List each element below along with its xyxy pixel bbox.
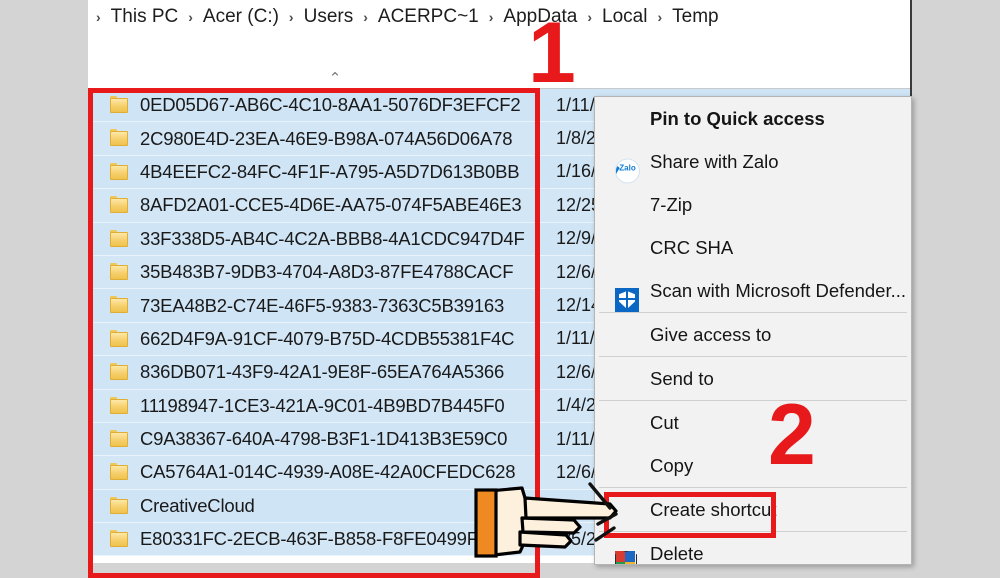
menu-item-share-with-zalo[interactable]: Zalo Share with Zalo xyxy=(595,140,911,183)
folder-icon xyxy=(110,262,128,280)
folder-icon xyxy=(110,363,128,381)
breadcrumb[interactable]: › This PC › Acer (C:) › Users › ACERPC~1… xyxy=(88,6,721,28)
sort-ascending-icon[interactable]: ⌃ xyxy=(326,71,344,86)
chevron-right-icon: › xyxy=(657,8,663,25)
chevron-right-icon: › xyxy=(587,8,593,25)
menu-item-label: Scan with Microsoft Defender... xyxy=(650,279,907,301)
file-name: 11198947-1CE3-421A-9C01-4B9BD7B445F0 xyxy=(140,394,505,416)
menu-item-cut[interactable]: Cut xyxy=(595,401,911,444)
folder-icon xyxy=(110,396,128,414)
chevron-right-icon: › xyxy=(363,8,368,25)
file-name: 4B4EEFC2-84FC-4F1F-A795-A5D7D613B0BB xyxy=(140,160,520,182)
file-name: 33F338D5-AB4C-4C2A-BBB8-4A1CDC947D4F xyxy=(140,227,525,249)
menu-item-label: Give access to xyxy=(650,323,772,345)
chevron-right-icon: › xyxy=(488,8,494,25)
menu-item-label: Pin to Quick access xyxy=(650,107,825,129)
folder-icon xyxy=(110,96,128,113)
menu-item-label: Cut xyxy=(650,411,679,433)
folder-icon xyxy=(110,429,128,447)
file-name: 8AFD2A01-CCE5-4D6E-AA75-074F5ABE46E3 xyxy=(140,194,522,216)
zalo-icon: Zalo xyxy=(615,158,640,183)
screenshot-root: › This PC › Acer (C:) › Users › ACERPC~1… xyxy=(0,0,1000,578)
file-name: 2C980E4D-23EA-46E9-B98A-074A56D06A78 xyxy=(140,127,513,149)
file-name: CA5764A1-014C-4939-A08E-42A0CFEDC628 xyxy=(140,461,516,483)
file-date-modified: 12/6/ xyxy=(556,461,597,482)
breadcrumb-item-temp[interactable]: Temp xyxy=(670,6,720,28)
folder-icon xyxy=(110,329,128,347)
menu-item-scan-with-microsoft-defender[interactable]: Scan with Microsoft Defender... xyxy=(595,269,911,312)
menu-item-label: Delete xyxy=(650,542,704,564)
breadcrumb-item-users[interactable]: Users xyxy=(302,6,356,28)
file-date-modified: 12/6/ xyxy=(556,361,597,382)
breadcrumb-item-acerpc[interactable]: ACERPC~1 xyxy=(376,6,481,28)
defender-shield-icon xyxy=(615,288,639,312)
file-date-modified: 12/6/ xyxy=(556,261,597,282)
menu-item-create-shortcut[interactable]: Create shortcut xyxy=(595,488,911,531)
file-date-modified: 1/5/2 xyxy=(556,528,597,549)
file-name: 836DB071-43F9-42A1-9E8F-65EA764A5366 xyxy=(140,361,505,383)
folder-icon xyxy=(110,463,128,481)
file-name: 73EA48B2-C74E-46F5-9383-7363C5B39163 xyxy=(140,294,505,316)
menu-item-copy[interactable]: Copy xyxy=(595,444,911,487)
context-menu[interactable]: Pin to Quick access Zalo Share with Zalo 7-… xyxy=(594,96,912,565)
file-name: 662D4F9A-91CF-4079-B75D-4CDB55381F4C xyxy=(140,327,515,349)
menu-item-send-to[interactable]: Send to xyxy=(595,357,911,400)
file-name: C9A38367-640A-4798-B3F1-1D413B3E59C0 xyxy=(140,428,508,450)
menu-item-label: 7-Zip xyxy=(650,193,693,215)
chevron-right-icon: › xyxy=(188,8,193,25)
menu-item-crc-sha[interactable]: CRC SHA xyxy=(595,226,911,269)
address-bar[interactable]: › This PC › Acer (C:) › Users › ACERPC~1… xyxy=(88,0,910,34)
column-header-row: ⌃ Name Date modified Type xyxy=(88,33,910,107)
menu-item-label: Send to xyxy=(650,367,714,389)
folder-icon xyxy=(110,129,128,147)
folder-icon xyxy=(110,196,128,214)
file-name: 35B483B7-9DB3-4704-A8D3-87FE4788CACF xyxy=(140,261,514,283)
menu-item-pin-to-quick-access[interactable]: Pin to Quick access xyxy=(595,97,911,140)
file-date-modified: 1/8/2 xyxy=(556,128,597,149)
menu-item-7-zip[interactable]: 7-Zip xyxy=(595,183,911,226)
file-date-modified: 1/11/ xyxy=(556,94,595,115)
file-name: CreativeCloud xyxy=(140,494,255,516)
folder-icon xyxy=(110,496,128,514)
menu-item-label: Copy xyxy=(650,454,694,476)
chevron-right-icon: › xyxy=(96,8,101,25)
menu-item-label: Share with Zalo xyxy=(650,150,779,172)
breadcrumb-item-local[interactable]: Local xyxy=(600,6,649,28)
folder-icon xyxy=(110,530,128,548)
breadcrumb-item-appdata[interactable]: AppData xyxy=(501,6,579,28)
chevron-right-icon: › xyxy=(288,8,294,25)
breadcrumb-item-acer-c[interactable]: Acer (C:) xyxy=(201,6,281,28)
menu-item-give-access-to[interactable]: Give access to xyxy=(595,313,911,356)
menu-item-delete[interactable]: Delete xyxy=(595,532,911,564)
menu-item-label: Create shortcut xyxy=(650,498,777,520)
file-name: 0ED05D67-AB6C-4C10-8AA1-5076DF3EFCF2 xyxy=(140,94,521,116)
folder-icon xyxy=(110,296,128,314)
file-name: E80331FC-2ECB-463F-B858-F8FE0499F501 xyxy=(140,528,509,550)
file-date-modified: 1/11/ xyxy=(556,428,595,449)
file-date-modified: 1/11/ xyxy=(556,328,595,349)
menu-item-label: CRC SHA xyxy=(650,236,734,258)
folder-icon xyxy=(110,229,128,247)
file-date-modified: 12/9/ xyxy=(556,228,597,249)
file-date-modified: 1/16/ xyxy=(556,161,597,182)
breadcrumb-item-this-pc[interactable]: This PC xyxy=(109,6,181,28)
file-date-modified: 1/4/2 xyxy=(556,395,597,416)
folder-icon xyxy=(110,162,128,180)
